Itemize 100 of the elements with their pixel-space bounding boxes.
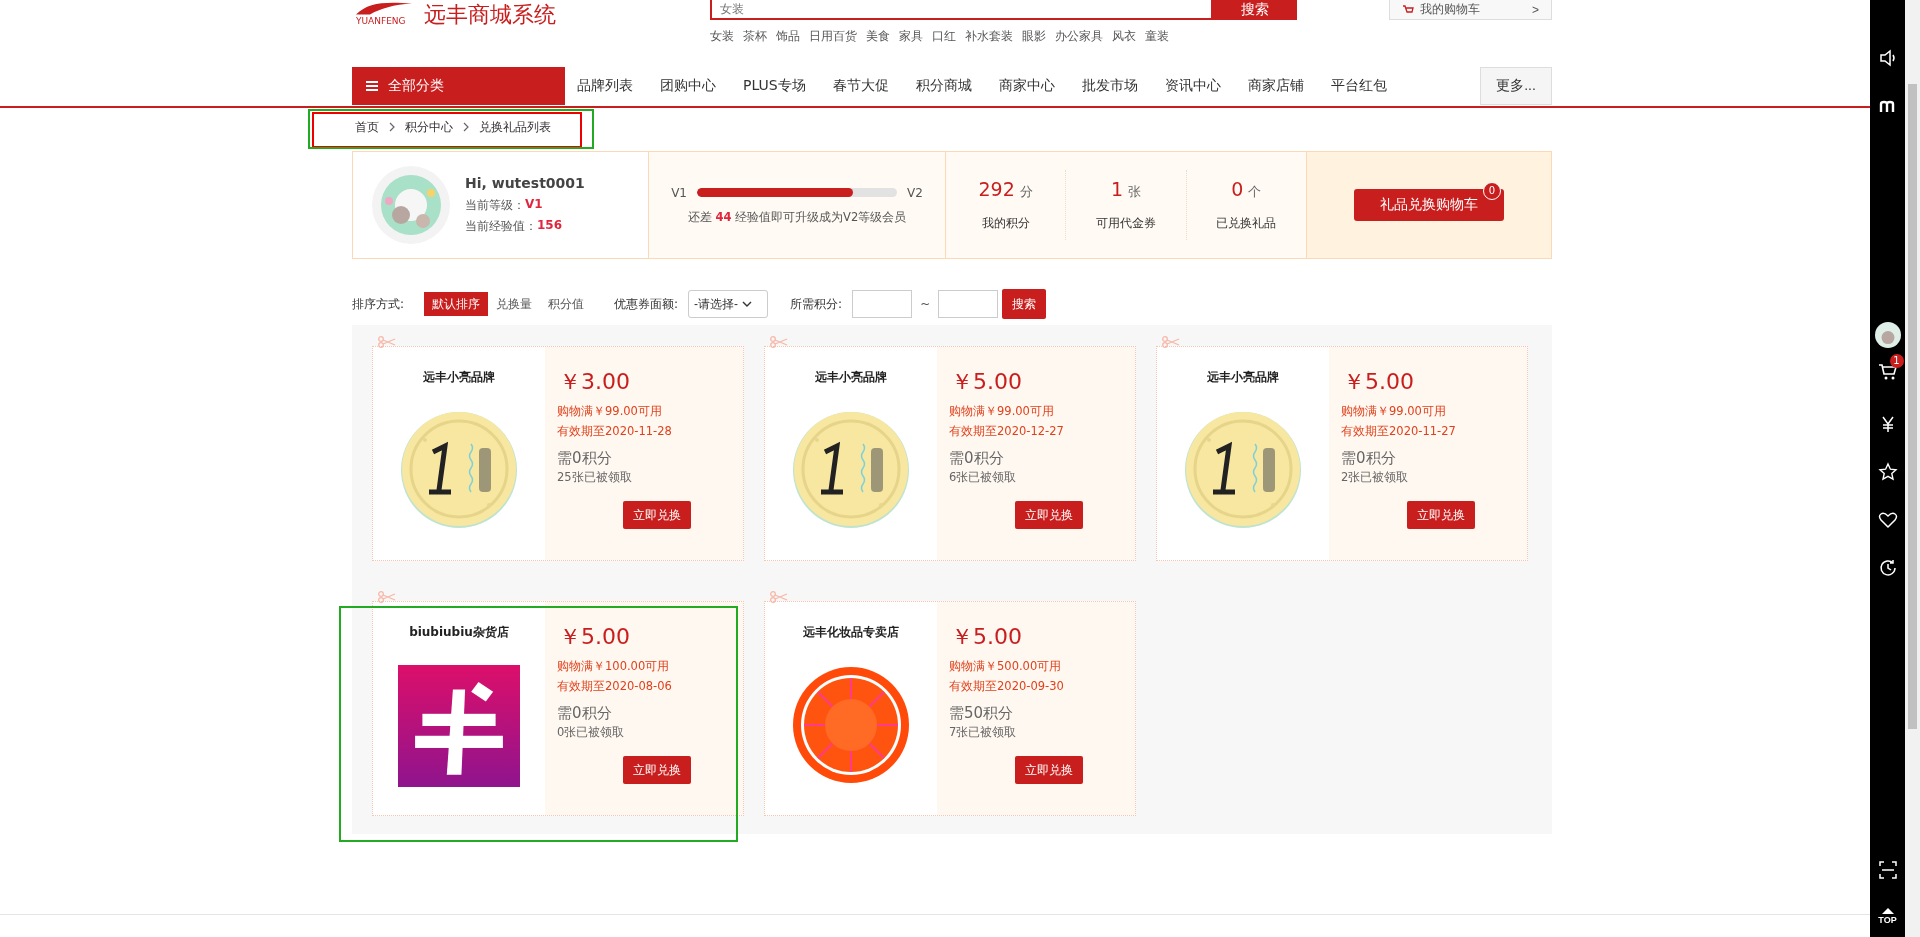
avatar[interactable]: [1874, 322, 1901, 348]
coupon-price: ￥3.00: [559, 368, 631, 396]
claimed-count: 0张已被领取: [557, 725, 626, 740]
nav-link[interactable]: 商家店铺: [1235, 77, 1316, 95]
coupon-price: ￥5.00: [951, 368, 1023, 396]
level-label: 当前等级：: [465, 197, 525, 214]
heart-icon[interactable]: [1877, 510, 1898, 530]
hot-search-link[interactable]: 童装: [1145, 28, 1169, 45]
nav-link[interactable]: 积分商城: [903, 77, 984, 95]
nav-link[interactable]: 资讯中心: [1152, 77, 1233, 95]
sort-option[interactable]: 默认排序: [424, 292, 489, 316]
hot-search-link[interactable]: 口红: [932, 28, 956, 45]
stat-value: 1: [1110, 178, 1124, 200]
hot-search-link[interactable]: 日用百货: [809, 28, 857, 45]
coupon-condition: 购物满￥500.00可用: [949, 658, 1063, 675]
star-icon[interactable]: [1877, 462, 1898, 482]
speaker-icon[interactable]: [1877, 48, 1898, 68]
logo-subtitle: YUANFENG: [356, 16, 406, 26]
up-triangle-icon: [1881, 908, 1894, 914]
face-value-label: 优惠券面额:: [614, 295, 679, 313]
cart-button[interactable]: 我的购物车 >: [1388, 0, 1552, 20]
redeem-button[interactable]: 立即兑换: [1015, 501, 1083, 529]
store-name: biubiubiu杂货店: [409, 624, 509, 641]
coupon-expiry: 有效期至2020-11-28: [557, 423, 673, 440]
claimed-count: 7张已被领取: [949, 725, 1018, 740]
store-name: 远丰小亮品牌: [1207, 369, 1279, 386]
hot-search-link[interactable]: 女装: [710, 28, 734, 45]
search-button[interactable]: 搜索: [1212, 0, 1297, 20]
cart-count-badge: 0: [1483, 182, 1501, 200]
coupon-expiry: 有效期至2020-12-27: [949, 423, 1065, 440]
points-required: 需50积分: [949, 704, 1015, 723]
range-separator: ~: [920, 297, 931, 311]
coupon-condition: 购物满￥100.00可用: [557, 658, 671, 675]
sort-label: 排序方式:: [352, 295, 405, 313]
nav-link[interactable]: 品牌列表: [565, 77, 645, 95]
scan-icon[interactable]: [1877, 860, 1898, 880]
menu-icon: [366, 80, 378, 92]
redeem-button[interactable]: 立即兑换: [1015, 756, 1083, 784]
coupon-condition: 购物满￥99.00可用: [949, 403, 1055, 420]
coupon-expiry: 有效期至2020-09-30: [949, 678, 1065, 695]
hot-search-link[interactable]: 美食: [866, 28, 890, 45]
search-field[interactable]: 女装: [710, 0, 1213, 20]
hot-search-link[interactable]: 补水套装: [965, 28, 1013, 45]
hot-search-link[interactable]: 饰品: [776, 28, 800, 45]
chevron-icon: [389, 122, 395, 132]
history-icon[interactable]: [1877, 558, 1898, 578]
scrollbar[interactable]: [1905, 0, 1920, 937]
filter-search-button[interactable]: 搜索: [1002, 289, 1047, 319]
min-points-field[interactable]: [852, 290, 913, 318]
coupon-price: ￥5.00: [951, 623, 1023, 651]
store-name: 远丰化妆品专卖店: [803, 624, 899, 641]
max-points-field[interactable]: [938, 290, 999, 318]
coupon-expiry: 有效期至2020-11-27: [1341, 423, 1457, 440]
redeem-button[interactable]: 立即兑换: [623, 756, 691, 784]
points-required: 需0积分: [1341, 449, 1397, 468]
points-required: 需0积分: [949, 449, 1005, 468]
claimed-count: 6张已被领取: [949, 470, 1018, 485]
nav-link[interactable]: 平台红包: [1318, 77, 1399, 95]
redeem-button[interactable]: 立即兑换: [1407, 501, 1475, 529]
breadcrumb-link[interactable]: 首页: [355, 118, 379, 136]
all-categories-button[interactable]: 全部分类: [352, 67, 565, 105]
store-name: 远丰小亮品牌: [815, 369, 887, 386]
points-label: 所需积分:: [790, 295, 843, 313]
stat-label: 已兑换礼品: [1216, 215, 1277, 232]
cart-icon[interactable]: [1877, 362, 1898, 382]
stat-unit: 分: [1019, 183, 1033, 201]
claimed-count: 2张已被领取: [1341, 470, 1410, 485]
hot-search-link[interactable]: 办公家具: [1055, 28, 1103, 45]
stat-label: 我的积分: [981, 215, 1030, 232]
stat-label: 可用代金券: [1096, 215, 1156, 232]
breadcrumb-link[interactable]: 兑换礼品列表: [479, 118, 551, 136]
hot-search-link[interactable]: 茶杯: [743, 28, 767, 45]
hot-search-link[interactable]: 眼影: [1022, 28, 1046, 45]
stat-value: 292: [978, 178, 1015, 200]
face-value-select[interactable]: -请选择-: [688, 290, 769, 318]
breadcrumb-link[interactable]: 积分中心: [405, 118, 453, 136]
more-button[interactable]: 更多...: [1480, 67, 1552, 105]
cart-icon: [1401, 3, 1414, 16]
nav-link[interactable]: 商家中心: [986, 77, 1067, 95]
sort-option[interactable]: 积分值: [540, 292, 593, 316]
cart-count-badge: 1: [1889, 354, 1904, 368]
back-to-top-button[interactable]: TOP: [1878, 908, 1897, 925]
experience-label: 当前经验值：: [465, 218, 537, 235]
upgrade-note: 还差 44 经验值即可升级成为V2等级会员: [687, 209, 907, 225]
sort-option[interactable]: 兑换量: [488, 292, 541, 316]
nav-link[interactable]: 春节大促: [820, 77, 901, 95]
nav-link[interactable]: 团购中心: [648, 77, 728, 95]
coupon-condition: 购物满￥99.00可用: [557, 403, 663, 420]
coupon-expiry: 有效期至2020-08-06: [557, 678, 673, 695]
chevron-icon: [463, 122, 469, 132]
hot-search-link[interactable]: 家具: [899, 28, 923, 45]
points-required: 需0积分: [557, 704, 613, 723]
redeem-button[interactable]: 立即兑换: [623, 501, 691, 529]
stat-unit: 张: [1128, 183, 1142, 201]
user-greeting: Hi, wutest0001: [465, 175, 585, 191]
hot-search-link[interactable]: 风衣: [1112, 28, 1136, 45]
caret-icon: [742, 301, 753, 307]
nav-link[interactable]: PLUS专场: [731, 77, 818, 95]
nav-link[interactable]: 批发市场: [1069, 77, 1150, 95]
level-value: V1: [525, 197, 543, 213]
